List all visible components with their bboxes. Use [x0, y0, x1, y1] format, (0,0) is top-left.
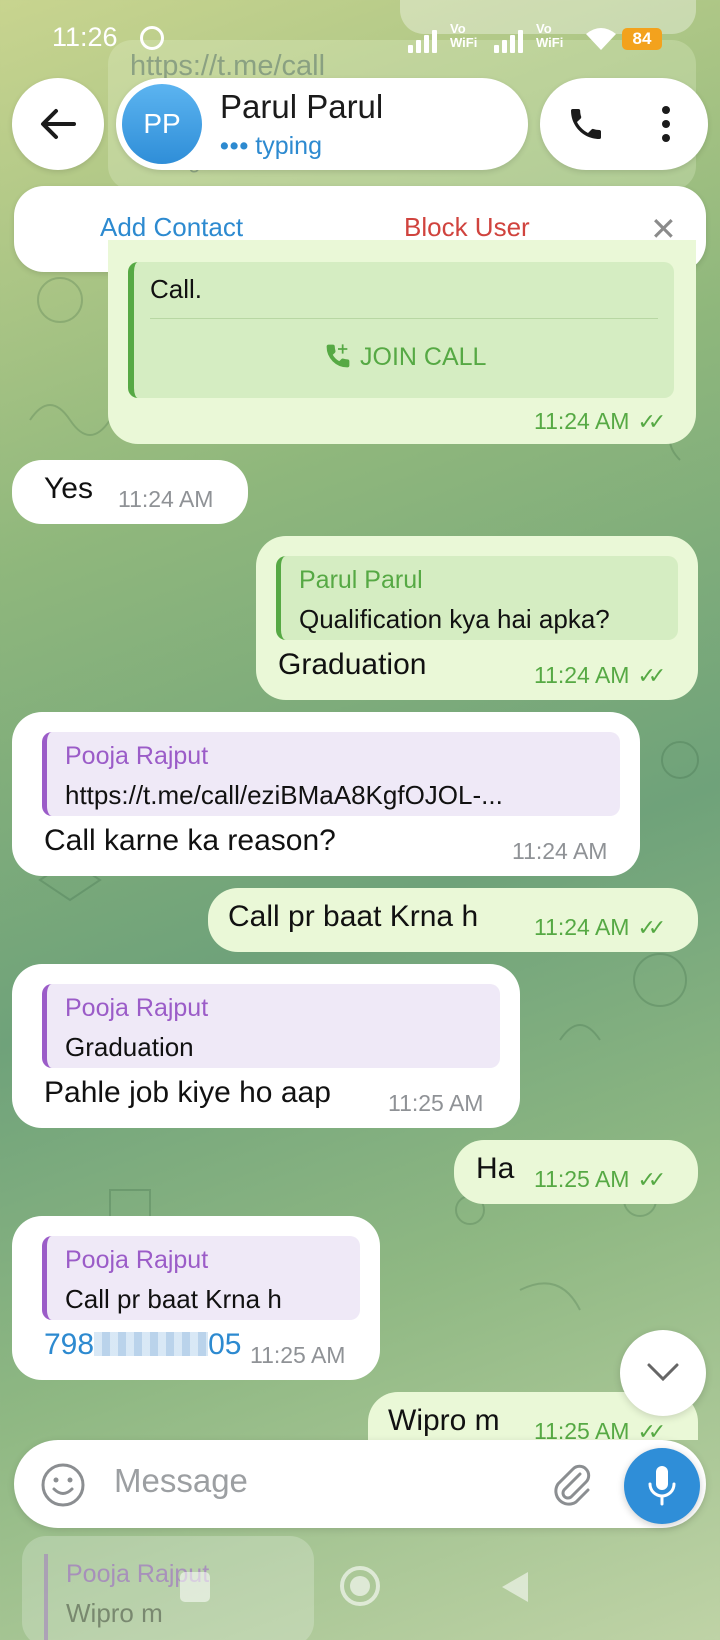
phone-add-icon — [326, 344, 350, 368]
reply-text: https://t.me/call/eziBMaA8KgfOJOL-... — [65, 780, 503, 810]
attach-button[interactable] — [550, 1462, 594, 1511]
reply-text: Qualification kya hai apka? — [299, 604, 610, 634]
chevron-down-icon — [647, 1363, 679, 1382]
nav-home-button[interactable] — [340, 1566, 380, 1606]
more-menu-button[interactable] — [656, 102, 676, 146]
phone-number-link[interactable]: 798 05 — [44, 1328, 241, 1362]
circle-icon — [340, 1566, 380, 1606]
call-card: Call. JOIN CALL — [128, 262, 674, 398]
nav-recents-button[interactable] — [180, 1572, 210, 1602]
ghost-reply-text: Wipro m — [66, 1598, 163, 1628]
reply-text: Graduation — [65, 1032, 194, 1062]
smiley-icon — [41, 1463, 85, 1507]
message-composer: Message — [14, 1440, 706, 1528]
reply-preview[interactable]: Pooja Rajput Call pr baat Krna h — [42, 1236, 360, 1320]
message-time: 11:25 AM ✓✓ — [534, 1166, 666, 1192]
message-time: 11:24 AM — [512, 838, 608, 864]
nav-back-button[interactable] — [500, 1570, 530, 1609]
reply-author: Pooja Rajput — [65, 1246, 209, 1274]
message-text: Call karne ka reason? — [44, 824, 336, 857]
reply-preview[interactable]: Pooja Rajput https://t.me/call/eziBMaA8K… — [42, 732, 620, 816]
outgoing-message[interactable]: Call pr baat Krna h 11:24 AM ✓✓ — [208, 888, 698, 952]
reply-author: Pooja Rajput — [65, 994, 209, 1022]
vowifi-label-2: Vo WiFi — [536, 21, 564, 50]
triangle-back-icon — [502, 1572, 528, 1602]
message-text: Graduation — [278, 648, 427, 681]
typing-status: ••• typing — [220, 132, 322, 161]
reply-preview[interactable]: Parul Parul Qualification kya hai apka? — [276, 556, 678, 640]
scroll-to-bottom-button[interactable] — [620, 1330, 706, 1416]
signal-icon — [408, 30, 437, 53]
microphone-icon — [648, 1466, 676, 1506]
divider — [150, 318, 658, 319]
outgoing-message[interactable]: Parul Parul Qualification kya hai apka? … — [256, 536, 698, 700]
double-check-icon: ✓✓ — [637, 1167, 666, 1192]
redacted-digits — [94, 1332, 209, 1356]
message-time: 11:24 AM — [118, 486, 214, 512]
header-actions — [540, 78, 708, 170]
signal-icon-2 — [494, 30, 523, 53]
message-time: 11:25 AM — [250, 1342, 346, 1368]
battery-icon: 84 — [622, 28, 662, 50]
message-input[interactable]: Message — [114, 1462, 248, 1500]
message-time: 11:24 AM ✓✓ — [534, 408, 666, 434]
voice-record-button[interactable] — [624, 1448, 700, 1524]
typing-dots-icon: ••• — [220, 132, 250, 160]
clock: 11:26 — [52, 22, 118, 52]
double-check-icon: ✓✓ — [637, 409, 666, 434]
double-check-icon: ✓✓ — [637, 663, 666, 688]
double-check-icon: ✓✓ — [637, 1419, 666, 1440]
message-time: 11:25 AM — [388, 1090, 484, 1116]
reply-preview[interactable]: Pooja Rajput Graduation — [42, 984, 500, 1068]
message-text: Yes — [44, 472, 93, 505]
message-text: Pahle job kiye ho aap — [44, 1076, 331, 1109]
chat-title[interactable]: PP Parul Parul ••• typing — [116, 78, 528, 170]
incoming-message[interactable]: Yes 11:24 AM — [12, 460, 248, 524]
double-check-icon: ✓✓ — [637, 915, 666, 940]
status-bar: 11:26 Vo WiFi Vo WiFi 84 — [0, 0, 720, 76]
add-contact-button[interactable]: Add Contact — [100, 212, 243, 243]
call-card-text: Call. — [150, 274, 203, 304]
reply-author: Parul Parul — [299, 566, 423, 594]
incoming-message[interactable]: Pooja Rajput Graduation Pahle job kiye h… — [12, 964, 520, 1128]
phone-icon — [571, 109, 601, 139]
message-time: 11:25 AM ✓✓ — [534, 1418, 666, 1440]
join-call-button[interactable]: JOIN CALL — [324, 342, 486, 372]
reply-author: Pooja Rajput — [65, 742, 209, 770]
message-text: Call pr baat Krna h — [228, 900, 479, 933]
avatar[interactable]: PP — [122, 84, 202, 164]
reply-text: Call pr baat Krna h — [65, 1284, 282, 1314]
incoming-message[interactable]: Pooja Rajput Call pr baat Krna h 798 05 1… — [12, 1216, 380, 1380]
message-time: 11:24 AM ✓✓ — [534, 662, 666, 688]
message-text: Wipro m — [388, 1404, 500, 1437]
call-button[interactable] — [566, 104, 606, 149]
contact-name: Parul Parul — [220, 88, 384, 125]
outgoing-message[interactable]: Ha 11:25 AM ✓✓ — [454, 1140, 698, 1204]
typing-label: typing — [255, 132, 322, 160]
paperclip-icon — [554, 1464, 591, 1506]
block-user-button[interactable]: Block User — [404, 212, 530, 243]
wifi-icon — [584, 26, 618, 59]
arrow-left-icon — [41, 109, 76, 139]
square-icon — [180, 1572, 210, 1602]
emoji-button[interactable] — [40, 1462, 86, 1513]
vowifi-label: Vo WiFi — [450, 21, 478, 50]
message-time: 11:24 AM ✓✓ — [534, 914, 666, 940]
message-behind-nav: Pooja Rajput Wipro m — [22, 1536, 314, 1640]
back-button[interactable] — [12, 78, 104, 170]
message-text: Ha — [476, 1152, 515, 1185]
whatsapp-notification-icon — [140, 26, 164, 50]
incoming-message[interactable]: Pooja Rajput https://t.me/call/eziBMaA8K… — [12, 712, 640, 876]
